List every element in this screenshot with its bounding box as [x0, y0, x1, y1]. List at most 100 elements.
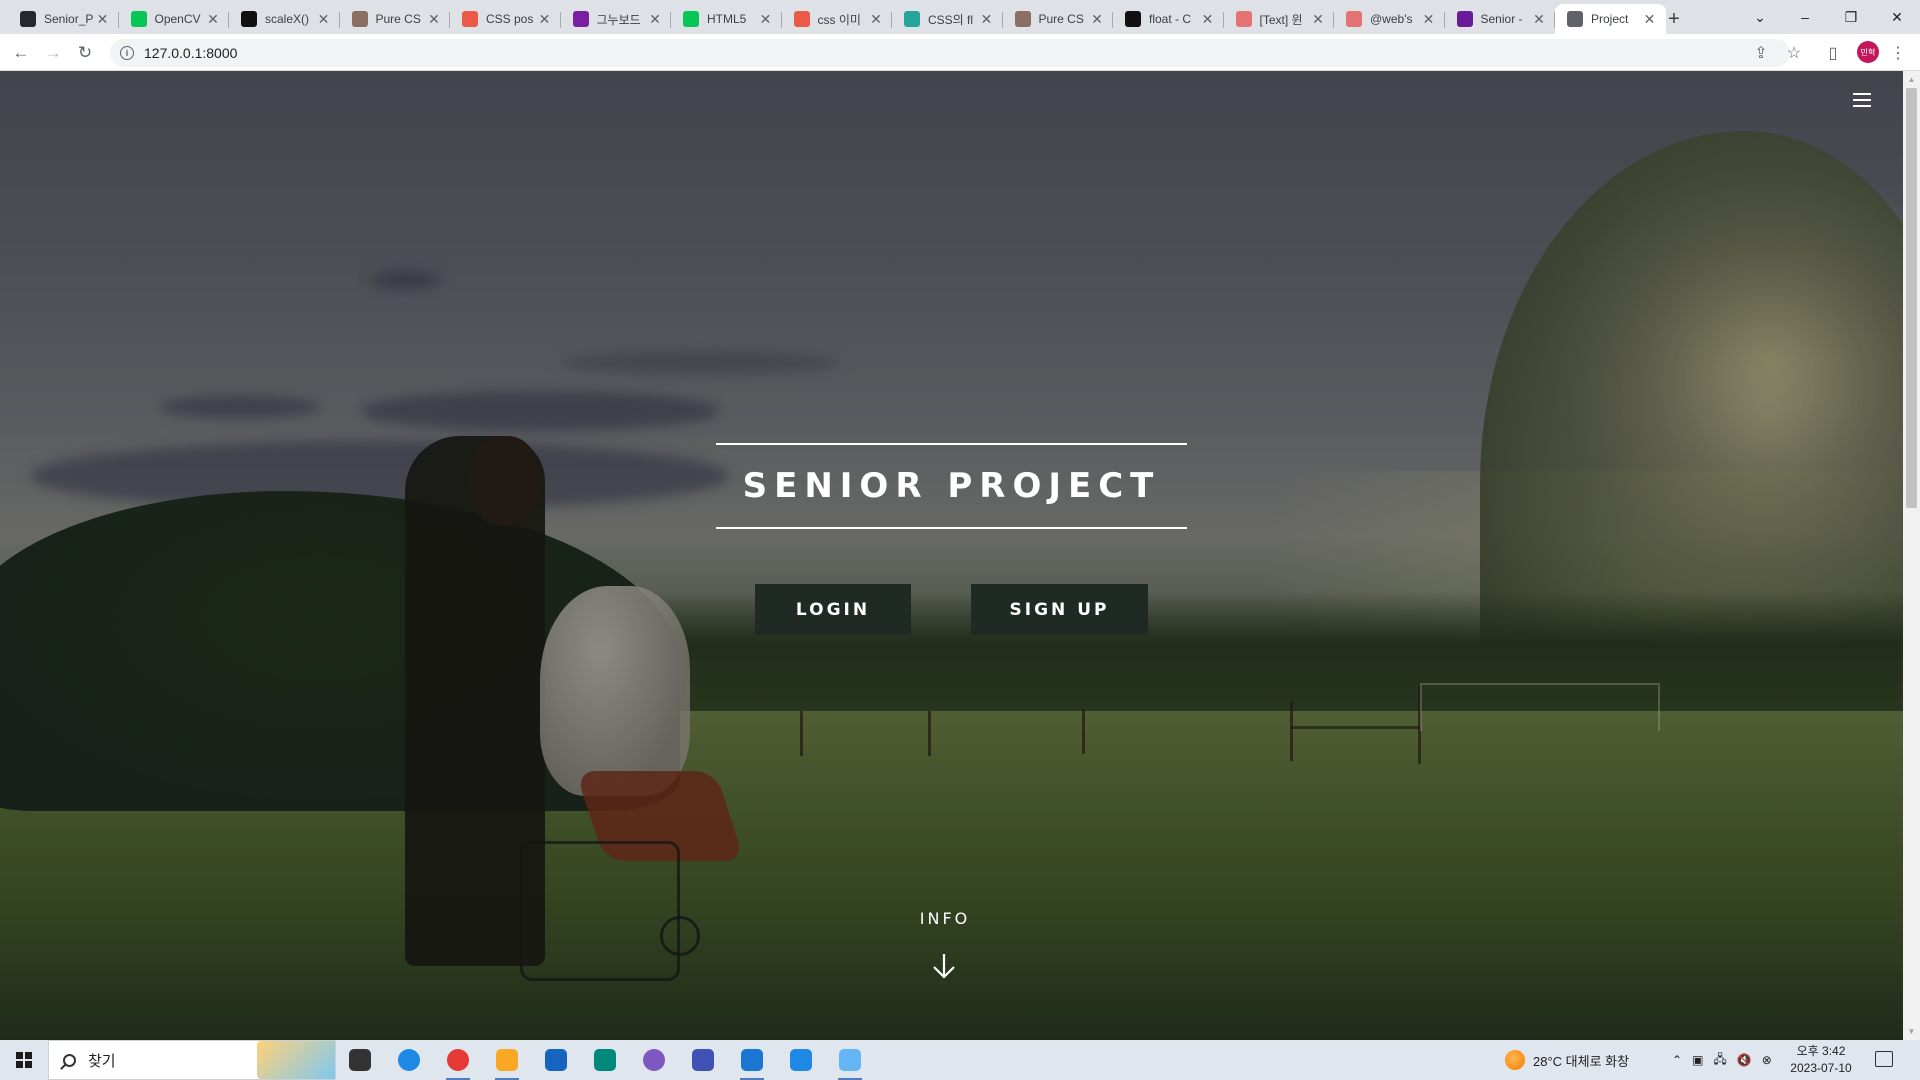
tab-close-icon[interactable]: ✕: [868, 11, 884, 27]
taskbar-app-python[interactable]: [683, 1044, 723, 1076]
python-icon: [692, 1049, 714, 1071]
tab-title: float - C: [1149, 12, 1192, 26]
app-blue-icon: [790, 1049, 812, 1071]
windows-taskbar: 찾기 28°C 대체로 화창 ⌃ ▣ 🖧 🔇 ⊗ 오후 3:42 2023-07…: [0, 1040, 1920, 1080]
browser-tab[interactable]: CSS의 fl ✕: [892, 4, 1003, 34]
browser-toolbar: ← → ↻ i 127.0.0.1:8000 ⇪ ☆ ▯ ⋮: [0, 34, 1920, 71]
arrow-down-icon[interactable]: [929, 951, 959, 981]
browser-tab[interactable]: Project ✕: [1555, 4, 1666, 34]
browser-tab[interactable]: OpenCV ✕: [119, 4, 229, 34]
browser-tab[interactable]: css 이미 ✕: [782, 4, 892, 34]
image-icon: [1346, 11, 1362, 27]
tab-close-icon[interactable]: ✕: [979, 11, 995, 27]
browser-tab[interactable]: Pure CS ✕: [1003, 4, 1113, 34]
taskbar-app-app-blue[interactable]: [781, 1044, 821, 1076]
taskbar-app-chrome[interactable]: [438, 1044, 478, 1080]
taskbar-app-github-desktop[interactable]: [634, 1044, 674, 1076]
notification-center-icon[interactable]: [1875, 1051, 1893, 1067]
taskbar-clock[interactable]: 오후 3:42 2023-07-10: [1786, 1043, 1856, 1077]
taskbar-app-edge[interactable]: [389, 1044, 429, 1076]
browser-tab[interactable]: CSS pos ✕: [450, 4, 561, 34]
chrome-icon: [447, 1049, 469, 1071]
page-viewport: SENIOR PROJECT LOGIN SIGN UP INFO: [0, 71, 1903, 1040]
taskbar-app-task-view[interactable]: [340, 1044, 380, 1076]
image-icon: [1235, 11, 1252, 27]
task-view-icon: [349, 1049, 371, 1071]
volume-muted-icon[interactable]: 🔇: [1737, 1053, 1752, 1067]
mdn-icon: [241, 11, 257, 27]
tab-title: OpenCV: [154, 12, 201, 26]
tab-close-icon[interactable]: ✕: [1642, 11, 1658, 27]
hamburger-menu-icon[interactable]: [1853, 93, 1871, 107]
new-tab-button[interactable]: +: [1661, 6, 1687, 32]
info-link[interactable]: INFO: [900, 909, 990, 928]
page-scrollbar[interactable]: ▲ ▼: [1903, 71, 1920, 1040]
tray-device-icon[interactable]: ▣: [1692, 1053, 1703, 1067]
taskbar-app-vscode[interactable]: [732, 1044, 772, 1080]
tray-status-icon[interactable]: ⊗: [1762, 1053, 1772, 1067]
site-info-icon[interactable]: i: [120, 46, 134, 60]
tab-close-icon[interactable]: ✕: [205, 11, 221, 27]
share-icon[interactable]: ⇪: [1748, 40, 1774, 66]
hero-background: [0, 71, 1903, 1040]
signup-button[interactable]: SIGN UP: [971, 584, 1148, 635]
scrollbar-thumb[interactable]: [1906, 88, 1917, 508]
forward-arrow-icon[interactable]: →: [40, 40, 66, 66]
taskbar-app-file-explorer[interactable]: [487, 1044, 527, 1080]
tab-close-icon[interactable]: ✕: [537, 11, 553, 27]
tab-title: Pure CS: [375, 12, 421, 26]
restore-button[interactable]: ❐: [1828, 0, 1874, 34]
tab-close-icon[interactable]: ✕: [95, 11, 111, 27]
browser-tab[interactable]: Senior - ✕: [1445, 4, 1555, 34]
tab-close-icon[interactable]: ✕: [426, 11, 442, 27]
reload-icon[interactable]: ↻: [72, 40, 98, 66]
side-panel-icon[interactable]: ▯: [1820, 40, 1846, 66]
browser-tab[interactable]: HTML5 ✕: [671, 4, 782, 34]
address-bar[interactable]: i 127.0.0.1:8000: [110, 39, 1790, 67]
browser-tab[interactable]: scaleX() ✕: [229, 4, 340, 34]
close-window-button[interactable]: ✕: [1874, 0, 1920, 34]
tab-close-icon[interactable]: ✕: [1310, 11, 1326, 27]
mdn-icon: [1125, 11, 1141, 27]
taskbar-search-box[interactable]: 찾기: [48, 1040, 336, 1080]
taskbar-app-mail[interactable]: [536, 1044, 576, 1076]
browser-tab[interactable]: @web's ✕: [1334, 4, 1445, 34]
profile-avatar[interactable]: 민혁: [1857, 41, 1879, 63]
tab-close-icon[interactable]: ✕: [647, 11, 663, 27]
browser-tab[interactable]: Senior_P ✕: [8, 4, 119, 34]
browser-tab[interactable]: 그누보드 ✕: [561, 4, 671, 34]
login-button[interactable]: LOGIN: [755, 584, 911, 635]
minimize-button[interactable]: –: [1782, 0, 1828, 34]
tab-title: Project: [1591, 12, 1629, 26]
browser-tab[interactable]: Pure CS ✕: [340, 4, 450, 34]
tab-close-icon[interactable]: ✕: [1531, 11, 1547, 27]
tistory-icon: [462, 11, 478, 27]
tab-search-chevron-icon[interactable]: ⌄: [1737, 0, 1783, 34]
tab-title: Senior -: [1480, 12, 1523, 26]
tab-title: HTML5: [707, 12, 747, 26]
tab-close-icon[interactable]: ✕: [1089, 11, 1105, 27]
vscode-icon: [741, 1049, 763, 1071]
network-icon[interactable]: 🖧: [1713, 1050, 1726, 1071]
scroll-down-arrow-icon[interactable]: ▼: [1903, 1023, 1920, 1040]
taskbar-app-app-teal[interactable]: [585, 1044, 625, 1076]
taskbar-app-notepad[interactable]: [830, 1044, 870, 1080]
tab-close-icon[interactable]: ✕: [758, 11, 774, 27]
chrome-menu-icon[interactable]: ⋮: [1885, 40, 1911, 66]
tab-title: CSS의 fl: [928, 12, 974, 27]
tray-overflow-chevron-icon[interactable]: ⌃: [1672, 1053, 1682, 1067]
start-button[interactable]: [0, 1040, 48, 1080]
tab-close-icon[interactable]: ✕: [1200, 11, 1216, 27]
tab-title: Senior_P: [44, 12, 94, 26]
back-arrow-icon[interactable]: ←: [8, 40, 34, 66]
puzzle-icon: [1014, 11, 1031, 27]
browser-tab[interactable]: [Text] 윈 ✕: [1224, 4, 1334, 34]
line-icon: [130, 11, 147, 27]
scroll-up-arrow-icon[interactable]: ▲: [1903, 71, 1920, 88]
browser-tab[interactable]: float - C ✕: [1113, 4, 1224, 34]
tab-close-icon[interactable]: ✕: [316, 11, 332, 27]
bookmark-star-icon[interactable]: ☆: [1781, 40, 1807, 66]
globe-icon: [1567, 11, 1583, 27]
weather-widget[interactable]: 28°C 대체로 화창: [1505, 1040, 1629, 1080]
tab-close-icon[interactable]: ✕: [1421, 11, 1437, 27]
